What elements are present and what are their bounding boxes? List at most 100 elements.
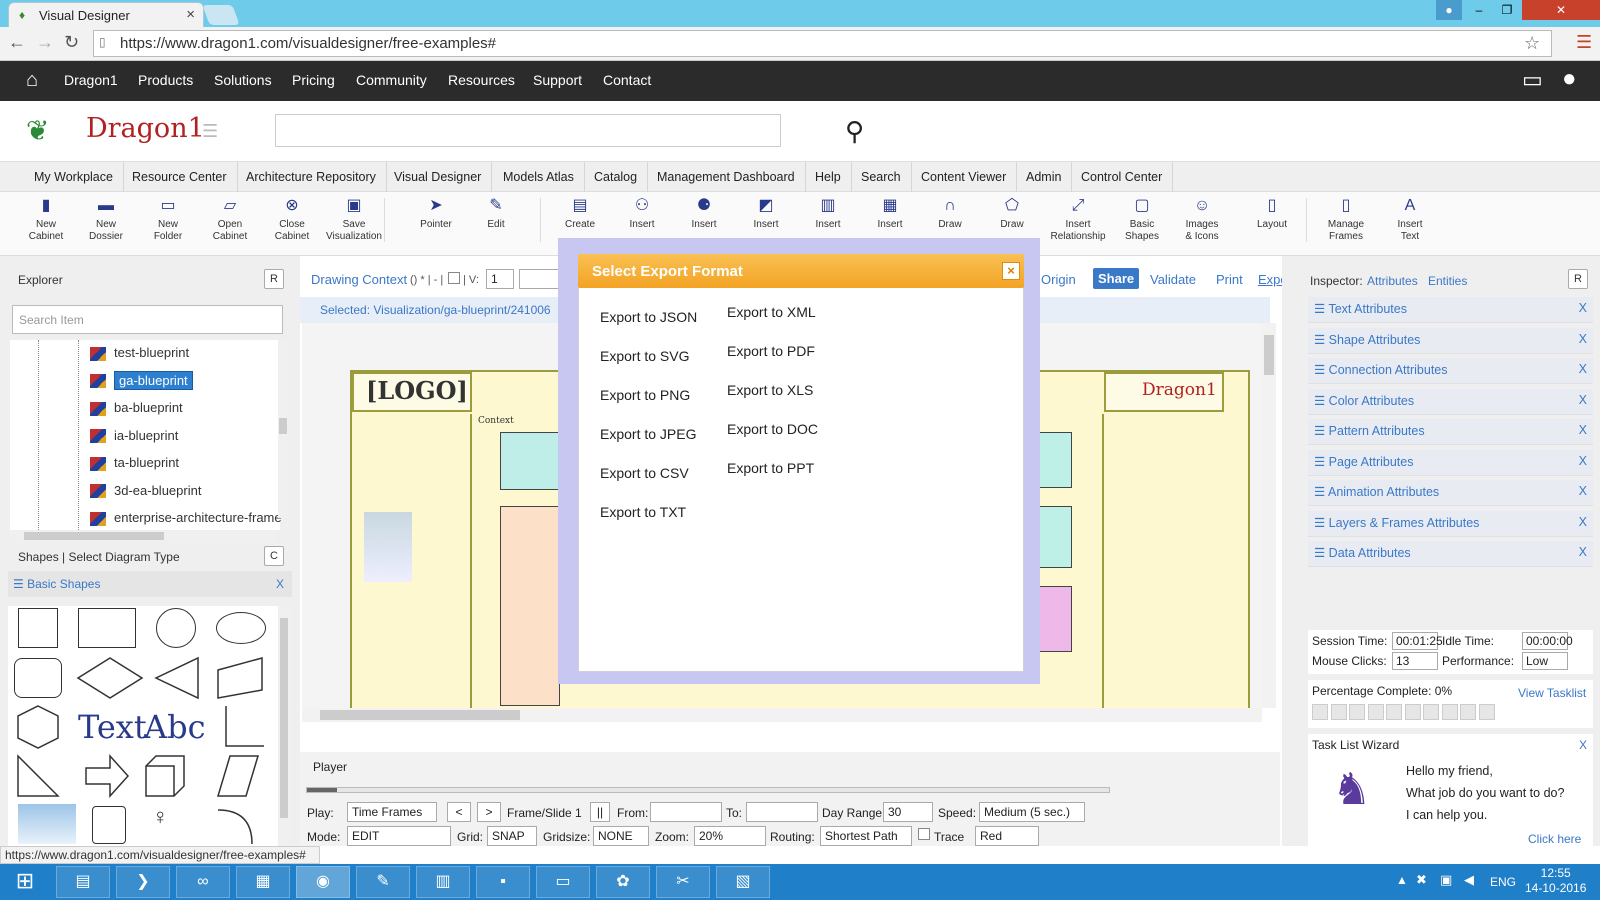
toolbar-smiley-button[interactable]: ☺ Images & Icons (1170, 196, 1234, 243)
text-shape[interactable]: Text (78, 708, 147, 746)
export-option[interactable]: Export to TXT (600, 504, 686, 520)
color-select[interactable]: Red (975, 826, 1039, 846)
basic-shapes-group[interactable]: ☰ Basic Shapes X (8, 571, 292, 597)
toolbar-frames-button[interactable]: ▯ Manage Frames (1314, 196, 1378, 243)
rectangle-shape[interactable] (78, 608, 136, 648)
toolbar-relationship-button[interactable]: ⤢ Insert Relationship (1046, 196, 1110, 243)
export-option[interactable]: Export to JSON (600, 309, 697, 325)
attribute-close[interactable]: X (1579, 332, 1587, 346)
zoom-select[interactable]: 20% (694, 826, 766, 846)
menu-models-atlas[interactable]: Models Atlas (493, 162, 585, 193)
toolbar-layout-button[interactable]: ▯ Layout (1240, 196, 1304, 231)
toolbar-insert-table-button[interactable]: ▦ Insert (858, 196, 922, 231)
menu-help[interactable]: Help (805, 162, 852, 193)
toolbar-draw-shape-button[interactable]: ⬠ Draw (980, 196, 1044, 231)
toolbar-create-button[interactable]: ▤ Create (548, 196, 612, 231)
taskbar-explorer-icon[interactable]: ▤ (56, 866, 110, 898)
toolbar-insert-image-button[interactable]: ◩ Insert (734, 196, 798, 231)
inspector-attribute-section[interactable]: ☰ Animation Attributes X (1308, 480, 1593, 506)
speed-select[interactable]: Medium (5 sec.) (979, 802, 1085, 822)
time-frames-select[interactable]: Time Frames (347, 802, 437, 822)
document-shape[interactable] (92, 806, 126, 844)
tree-item[interactable]: ga-blueprint (90, 370, 193, 390)
inspector-attribute-section[interactable]: ☰ Page Attributes X (1308, 449, 1593, 476)
home-icon[interactable]: ⌂ (26, 69, 38, 92)
wizard-click-here[interactable]: Click here (1528, 832, 1581, 846)
inspector-attribute-section[interactable]: ☰ Pattern Attributes X (1308, 419, 1593, 445)
sky-image-shape[interactable] (18, 804, 76, 844)
export-option[interactable]: Export to SVG (600, 348, 689, 364)
version-input[interactable] (519, 269, 559, 289)
wizard-close[interactable]: X (1579, 738, 1587, 752)
taskbar-powershell-icon[interactable]: ❯ (116, 866, 170, 898)
hamburger-icon[interactable]: ☰ (202, 121, 218, 142)
slanted-shape[interactable] (216, 754, 260, 798)
menu-search[interactable]: Search (851, 162, 912, 193)
arrow-shape[interactable] (84, 754, 130, 798)
toolbar-pointer-button[interactable]: ➤ Pointer (404, 196, 468, 231)
taskbar-monitor-icon[interactable]: ▦ (236, 866, 290, 898)
inspector-refresh-button[interactable]: R (1568, 269, 1588, 289)
tree-scrollbar[interactable] (278, 340, 288, 518)
tray-network-icon[interactable]: ▣ (1440, 872, 1452, 888)
tree-item[interactable]: ta-blueprint (90, 455, 179, 471)
tree-item[interactable]: 3d-ea-blueprint (90, 483, 201, 499)
toolbar-dossier-button[interactable]: ▬ New Dossier (74, 196, 138, 243)
toolbar-basic-shapes-button[interactable]: ▢ Basic Shapes (1110, 196, 1174, 243)
rounded-rect-shape[interactable] (14, 658, 62, 698)
tray-up-arrow-icon[interactable]: ▲ (1396, 873, 1408, 887)
taskbar-doc-icon[interactable]: ▧ (716, 866, 770, 898)
shapes-collapse-button[interactable]: C (264, 546, 284, 566)
monitor-icon[interactable]: ▭ (1522, 67, 1543, 93)
actor-shape[interactable]: ♀ (152, 804, 169, 830)
menu-management-dashboard[interactable]: Management Dashboard (647, 162, 806, 193)
menu-resource-center[interactable]: Resource Center (122, 162, 238, 193)
inspector-attribute-section[interactable]: ☰ Data Attributes X (1308, 541, 1593, 567)
attribute-close[interactable]: X (1579, 301, 1587, 315)
hexagon-shape[interactable] (16, 704, 60, 750)
browser-tab[interactable]: ♦ Visual Designer × (8, 2, 204, 27)
minimize-button[interactable]: – (1466, 0, 1492, 20)
window-close-button[interactable]: ✕ (1522, 0, 1600, 20)
inspector-attribute-section[interactable]: ☰ Layers & Frames Attributes X (1308, 510, 1593, 537)
inspector-attribute-section[interactable]: ☰ Shape Attributes X (1308, 327, 1593, 354)
menu-admin[interactable]: Admin (1016, 162, 1073, 193)
inspector-attribute-section[interactable]: ☰ Connection Attributes X (1308, 358, 1593, 384)
nav-resources[interactable]: Resources (448, 72, 515, 88)
restore-button[interactable]: ❐ (1494, 0, 1520, 20)
drawing-context-link[interactable]: Drawing Context (311, 272, 407, 287)
tree-item[interactable]: test-blueprint (90, 345, 189, 361)
export-option[interactable]: Export to PPT (727, 460, 814, 476)
url-input[interactable]: ▯ https://www.dragon1.com/visualdesigner… (93, 30, 1552, 57)
browser-menu-icon[interactable]: ☰ (1576, 32, 1592, 53)
canvas-h-scrollbar[interactable] (302, 708, 1262, 722)
taskbar-paint-icon[interactable]: ✿ (596, 866, 650, 898)
from-input[interactable] (650, 802, 722, 822)
export-option[interactable]: Export to PNG (600, 387, 690, 403)
square-shape[interactable] (18, 608, 58, 648)
export-modal-close-button[interactable]: × (1002, 262, 1020, 280)
site-search-input[interactable] (275, 114, 781, 147)
trace-checkbox[interactable] (918, 828, 930, 840)
origin-link[interactable]: Origin (1041, 272, 1076, 287)
tray-volume-icon[interactable]: ◀ (1464, 872, 1474, 888)
share-button[interactable]: Share (1093, 268, 1140, 289)
view-tasklist-link[interactable]: View Tasklist (1518, 686, 1586, 700)
site-logo[interactable]: Dragon1 (86, 113, 205, 144)
ellipse-shape[interactable] (216, 612, 266, 644)
toolbar-edit-button[interactable]: ✎ Edit (464, 196, 528, 231)
toolbar-floppy-button[interactable]: ▣ Save Visualization (322, 196, 386, 243)
triangle-left-shape[interactable] (154, 656, 200, 700)
next-frame-button[interactable]: > (477, 802, 501, 822)
inspector-attribute-section[interactable]: ☰ Color Attributes X (1308, 388, 1593, 415)
forward-arrow-icon[interactable]: → (36, 32, 54, 53)
toolbar-open-folder-button[interactable]: ▱ Open Cabinet (198, 196, 262, 243)
nav-support[interactable]: Support (533, 72, 582, 88)
version-select[interactable]: 1 (486, 269, 514, 289)
circle-shape[interactable] (156, 608, 196, 648)
tab-close-icon[interactable]: × (186, 6, 195, 23)
taskbar-notes-icon[interactable]: ✎ (356, 866, 410, 898)
taskbar-cmd-icon[interactable]: ▪ (476, 866, 530, 898)
player-progress-bar[interactable] (306, 787, 1110, 793)
attribute-close[interactable]: X (1579, 515, 1587, 529)
